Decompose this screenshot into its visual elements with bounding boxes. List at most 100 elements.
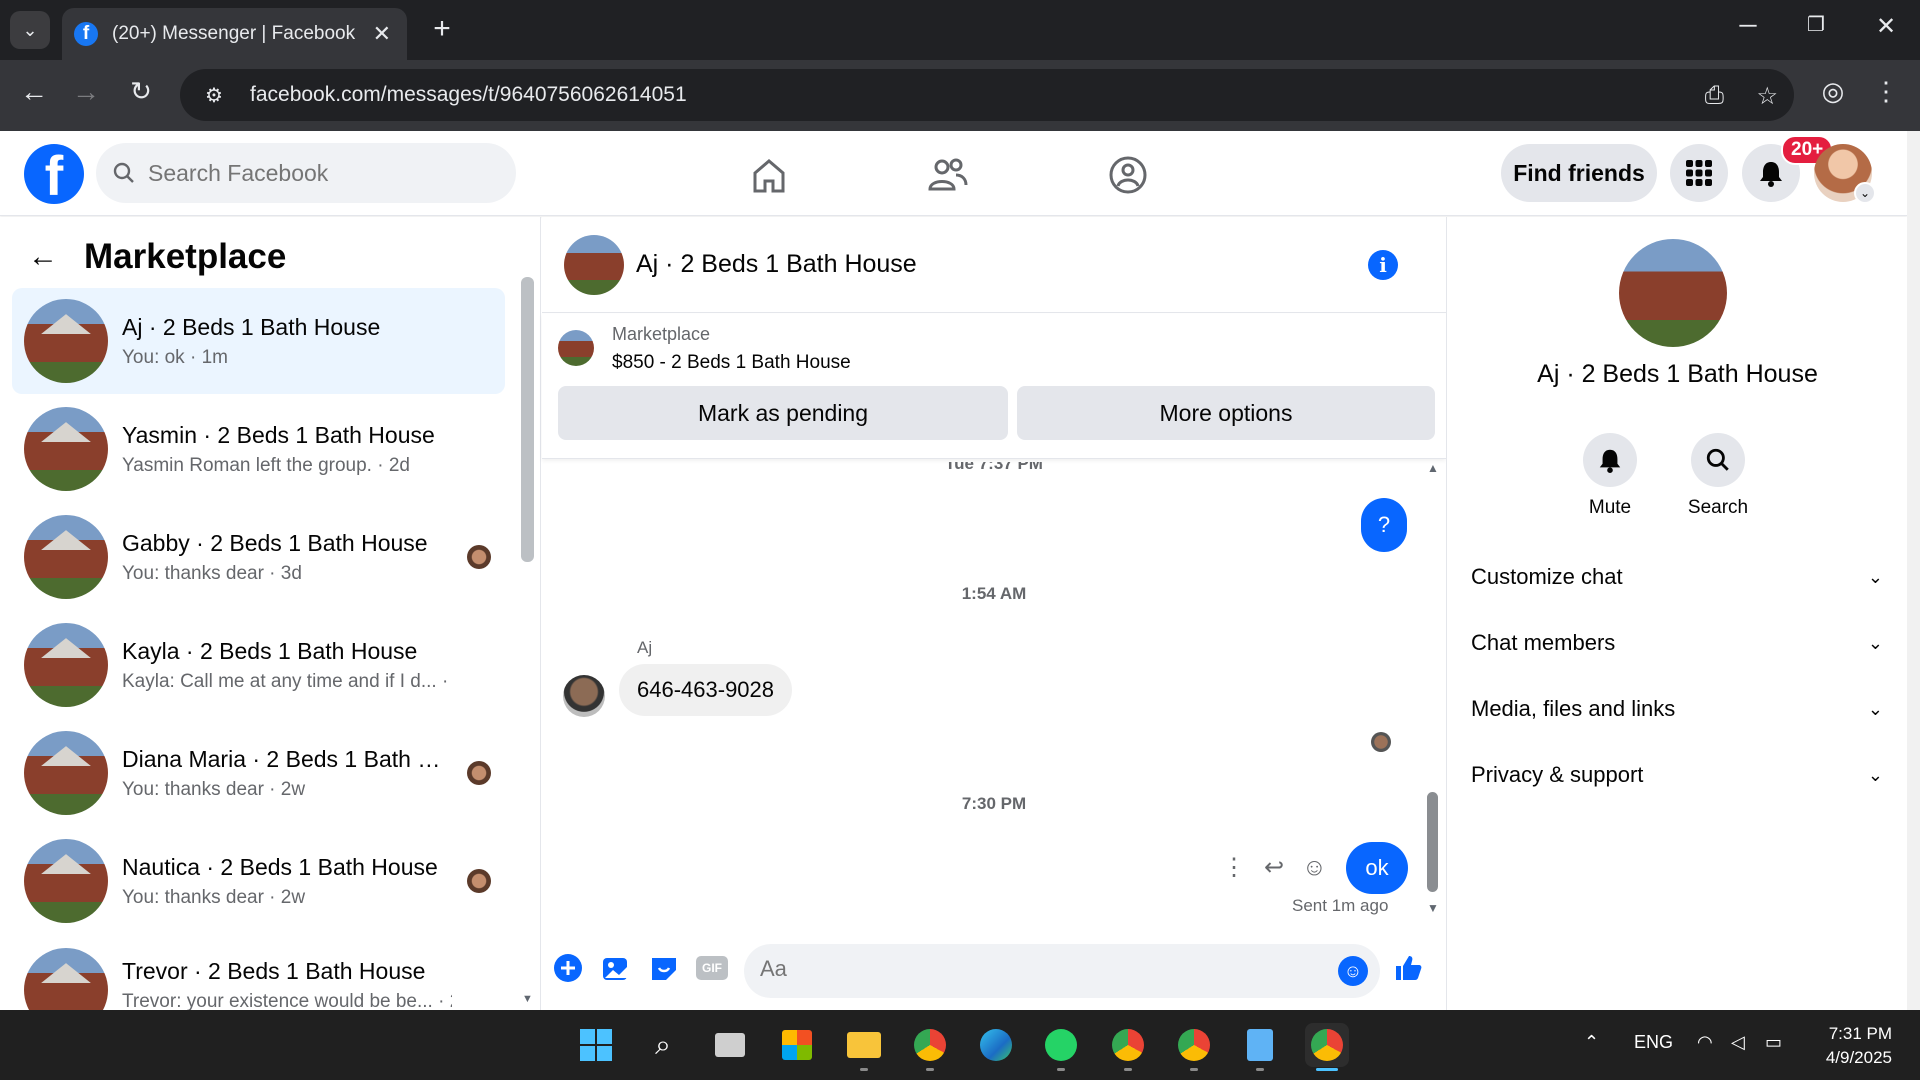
search-icon[interactable]: ⌕ [643,1025,683,1065]
react-emoji-icon[interactable]: ☺ [1302,854,1327,882]
browser-tab-bar: ⌄ f (20+) Messenger | Facebook ✕ + ─ ❐ ✕ [0,0,1920,60]
sender-avatar[interactable] [563,675,605,717]
search-facebook-box[interactable] [96,143,516,203]
scroll-down-arrow[interactable]: ▼ [1427,901,1439,915]
menu-grid-button[interactable] [1670,144,1728,202]
sidebar-scrollbar-thumb[interactable] [521,277,534,562]
info-icon[interactable]: i [1368,250,1398,280]
marketplace-label: Marketplace [612,324,711,344]
conversation-item-nautica[interactable]: Nautica · 2 Beds 1 Bath House You: thanks… [12,828,505,934]
outgoing-message-bubble[interactable]: ok [1346,842,1408,894]
task-view-icon[interactable] [710,1025,750,1065]
emoji-icon[interactable]: ☺ [1338,956,1368,986]
thumbs-up-icon[interactable] [1392,952,1424,984]
conversation-name: Aj · 2 Beds 1 Bath House [122,313,381,340]
account-avatar[interactable]: ⌄ [1814,144,1876,204]
active-indicator [1316,1068,1338,1071]
more-options-button[interactable]: More options [1017,386,1435,440]
outgoing-message-bubble[interactable]: ? [1361,498,1407,552]
profile-icon[interactable]: ◎ [1813,76,1853,107]
search-action[interactable]: Search [1678,433,1758,519]
chrome-profile-icon[interactable] [1108,1025,1148,1065]
reload-button[interactable]: ↻ [121,76,161,107]
running-indicator [1190,1068,1198,1071]
conversation-preview: You: thanks dear · 3d [122,562,302,584]
windows-start-icon[interactable] [576,1025,616,1065]
plus-icon[interactable] [552,952,584,984]
chat-title[interactable]: Aj · 2 Beds 1 Bath House [636,250,917,279]
chevron-up-icon[interactable]: ⌃ [1584,1032,1599,1053]
sticker-icon[interactable] [648,952,680,984]
reply-icon[interactable]: ↩ [1264,853,1284,882]
browser-tab-active[interactable]: f (20+) Messenger | Facebook ✕ [62,8,407,60]
customize-chat-section[interactable]: Customize chat ⌄ [1471,564,1883,590]
listing-thumbnail[interactable] [558,330,594,366]
home-icon[interactable] [747,153,791,197]
microsoft-store-icon[interactable] [777,1025,817,1065]
more-actions-icon[interactable]: ⋮ [1222,853,1246,882]
close-window-button[interactable]: ✕ [1866,12,1906,41]
battery-icon[interactable]: ▭ [1765,1032,1782,1053]
chrome-active-icon[interactable] [1305,1023,1349,1067]
sent-status: Sent 1m ago [1292,896,1389,915]
language-indicator[interactable]: ENG [1634,1032,1673,1053]
restore-button[interactable]: ❐ [1796,12,1836,37]
mute-label: Mute [1588,497,1632,518]
notepad-icon[interactable] [1240,1025,1280,1065]
listing-title[interactable]: $850 - 2 Beds 1 Bath House [612,352,851,374]
incoming-message-bubble[interactable]: 646-463-9028 [619,664,793,716]
menu-kebab-icon[interactable]: ⋮ [1866,76,1906,107]
conversation-preview: Trevor: your existence would be be... · … [122,991,452,1010]
chevron-down-icon: ⌄ [1867,566,1883,587]
bookmark-star-icon[interactable]: ☆ [1756,82,1778,111]
chrome-profile-icon[interactable] [1174,1025,1214,1065]
friends-icon[interactable] [926,153,970,197]
scroll-up-arrow[interactable]: ▲ [1427,461,1439,475]
find-friends-button[interactable]: Find friends [1501,144,1657,202]
edge-icon[interactable] [976,1025,1016,1065]
conversation-item-gabby[interactable]: Gabby · 2 Beds 1 Bath House You: thanks d… [12,504,505,610]
conversation-preview: Yasmin Roman left the group. · 2d [122,454,410,476]
mute-action[interactable]: Mute [1570,433,1650,519]
url-text[interactable]: facebook.com/messages/t/9640756062614051 [250,83,687,107]
forward-button[interactable]: → [66,76,106,108]
site-info-icon[interactable]: ⚙ [196,83,232,108]
conversation-item-kayla[interactable]: Kayla · 2 Beds 1 Bath House Kayla: Call m… [12,612,505,718]
message-input-box[interactable]: ☺ [744,944,1380,998]
message-input[interactable] [760,956,1320,982]
new-tab-button[interactable]: + [424,12,460,46]
minimize-button[interactable]: ─ [1728,12,1768,40]
tab-search-dropdown-button[interactable]: ⌄ [10,11,50,49]
gif-icon[interactable]: GIF [696,956,728,980]
wifi-icon[interactable]: ◠ [1697,1032,1713,1053]
privacy-support-section[interactable]: Privacy & support ⌄ [1471,762,1883,788]
chrome-icon[interactable] [910,1025,950,1065]
volume-icon[interactable]: ◁ [1731,1032,1745,1053]
back-arrow-icon[interactable]: ← [28,240,58,274]
conversation-item-aj[interactable]: Aj · 2 Beds 1 Bath House You: ok · 1m [12,288,505,394]
install-app-icon[interactable]: ⎙ [1705,82,1724,110]
chat-scrollbar-thumb[interactable] [1427,792,1438,892]
system-clock[interactable]: 7:31 PM 4/9/2025 [1808,1022,1892,1070]
conversation-item-trevor[interactable]: Trevor · 2 Beds 1 Bath House Trevor: your… [12,936,505,1010]
back-button[interactable]: ← [14,76,54,108]
whatsapp-icon[interactable] [1041,1025,1081,1065]
search-input[interactable] [148,159,448,187]
mark-as-pending-button[interactable]: Mark as pending [558,386,1008,440]
chat-members-section[interactable]: Chat members ⌄ [1471,630,1883,656]
photo-icon[interactable] [600,952,632,984]
scroll-down-arrow[interactable]: ▼ [522,993,533,1005]
close-tab-icon[interactable]: ✕ [373,21,391,47]
page-scrollbar[interactable] [1907,131,1920,1010]
chat-avatar[interactable] [564,234,624,295]
address-bar[interactable]: ⚙ facebook.com/messages/t/96407560626140… [180,69,1794,121]
conversation-large-avatar[interactable] [1619,239,1727,347]
facebook-logo[interactable]: f [24,144,84,204]
conversation-item-diana[interactable]: Diana Maria · 2 Beds 1 Bath H... You: tha… [12,720,505,826]
chevron-down-icon: ⌄ [1854,182,1876,204]
groups-icon[interactable] [1106,153,1150,197]
media-files-links-section[interactable]: Media, files and links ⌄ [1471,696,1883,722]
conversation-item-yasmin[interactable]: Yasmin · 2 Beds 1 Bath House Yasmin Roman… [12,396,505,502]
file-explorer-icon[interactable] [844,1025,884,1065]
running-indicator [1057,1068,1065,1071]
